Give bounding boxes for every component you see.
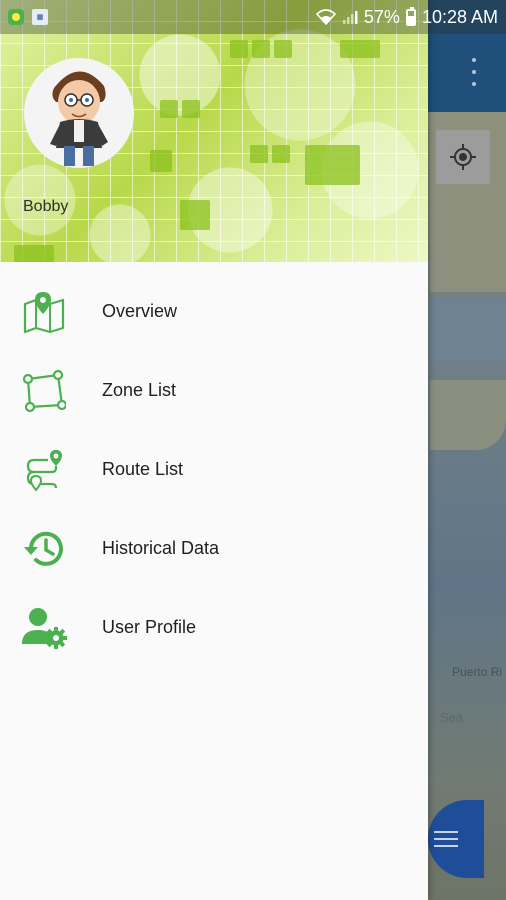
crosshair-icon (450, 144, 476, 170)
menu-item-overview[interactable]: Overview (0, 272, 428, 351)
clock: 10:28 AM (421, 6, 498, 27)
drawer-header: Bobby (0, 0, 428, 262)
wifi-icon (315, 9, 336, 25)
zone-polygon-icon (20, 367, 68, 415)
drawer-menu: Overview Zone List Route List Historical… (0, 272, 428, 667)
signal-icon (342, 11, 358, 24)
map-pin-icon (20, 288, 68, 336)
menu-item-label: User Profile (102, 617, 197, 637)
history-icon (20, 525, 68, 573)
navigation-drawer: Bobby Overview Zone List Route List Hist… (0, 0, 428, 900)
map-label: Puerto Ri (452, 665, 503, 679)
overflow-menu-icon[interactable] (468, 58, 480, 86)
map-water (430, 300, 506, 360)
status-bar: ▦ 57% 10:28 AM (0, 0, 506, 34)
menu-item-user-profile[interactable]: User Profile (0, 588, 428, 667)
menu-item-label: Zone List (102, 380, 177, 400)
app-notification-icon (8, 9, 24, 25)
avatar[interactable] (24, 58, 134, 168)
battery-percent: 57% (363, 6, 400, 27)
battery-icon (405, 6, 416, 26)
hamburger-icon (434, 831, 458, 847)
map-land (430, 380, 506, 450)
user-name: Bobby (23, 198, 69, 215)
map-label: Sea (440, 710, 464, 725)
calendar-notification-icon: ▦ (32, 9, 48, 25)
route-icon (20, 446, 68, 494)
user-avatar-cartoon (50, 71, 108, 166)
menu-item-zone-list[interactable]: Zone List (0, 351, 428, 430)
my-location-button[interactable] (436, 130, 490, 184)
menu-item-historical-data[interactable]: Historical Data (0, 509, 428, 588)
menu-item-label: Route List (102, 459, 184, 479)
menu-item-route-list[interactable]: Route List (0, 430, 428, 509)
menu-item-label: Historical Data (102, 538, 220, 558)
menu-item-label: Overview (102, 301, 178, 321)
user-settings-icon (20, 604, 68, 652)
